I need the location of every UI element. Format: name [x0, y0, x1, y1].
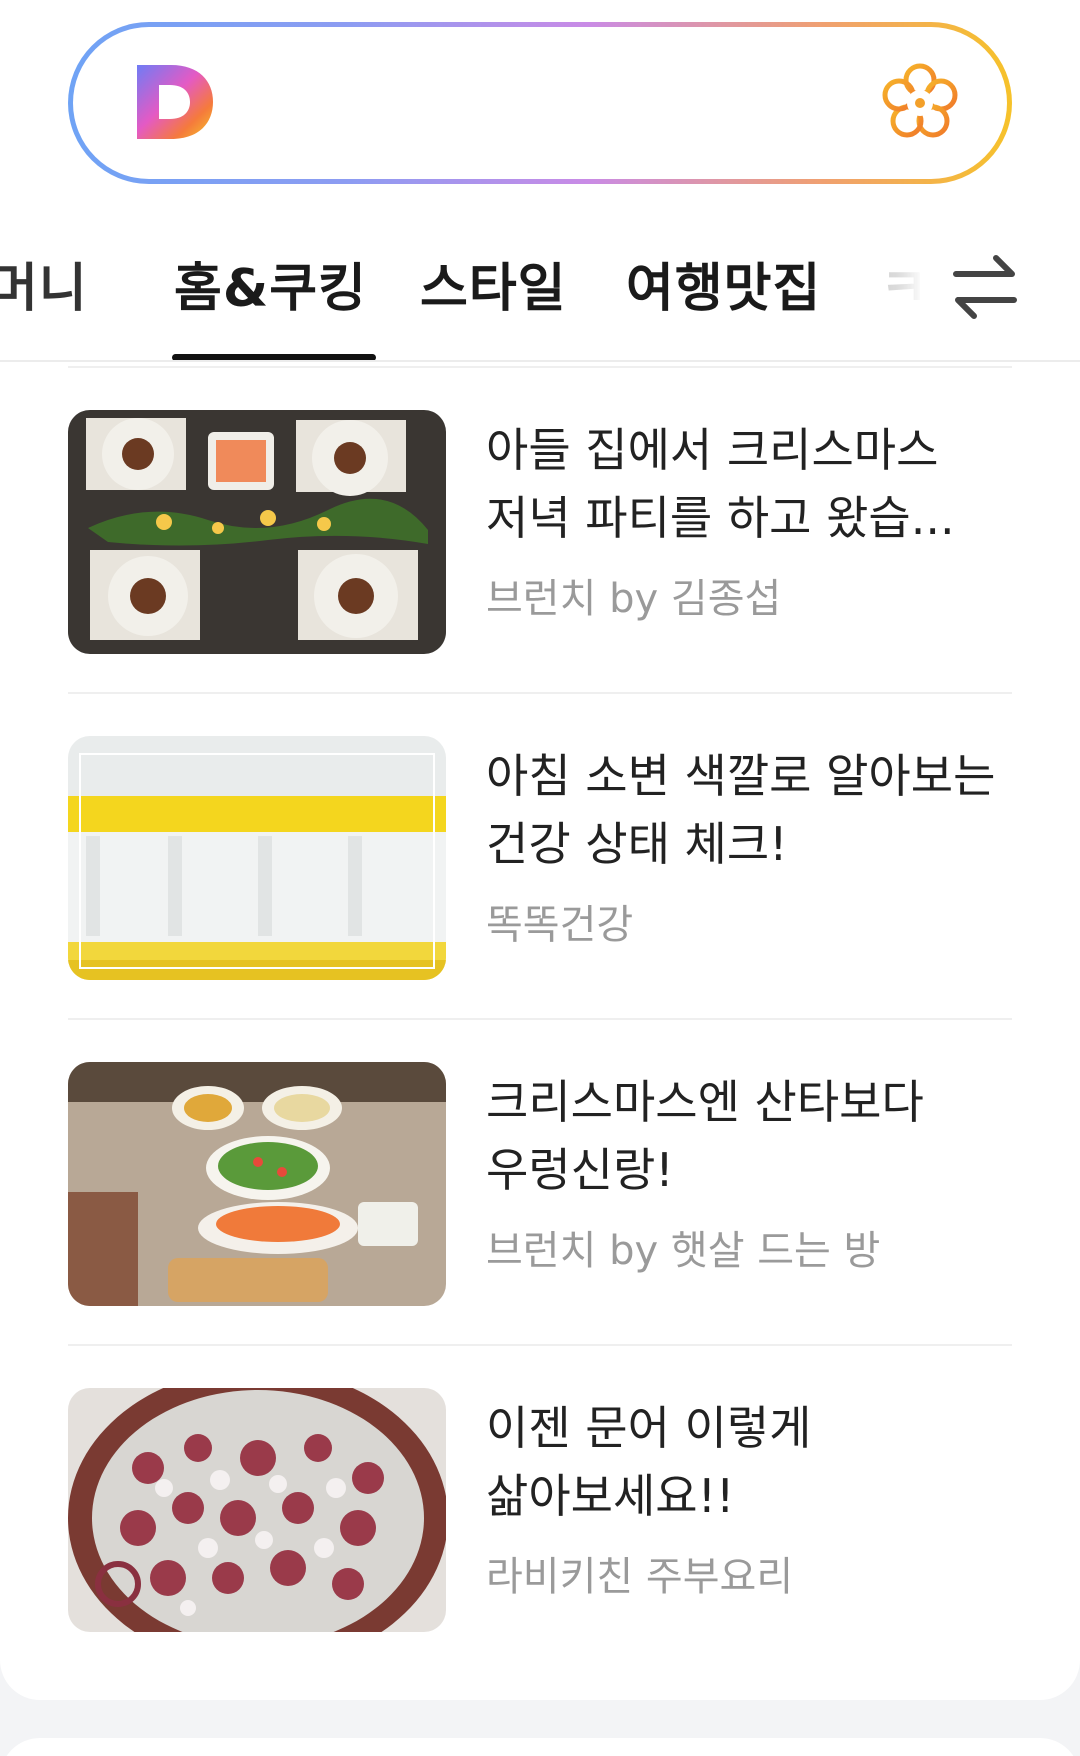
- article-source: 라비키친 주부요리: [486, 1554, 794, 1600]
- boiled-octopus-plate-image: [68, 1388, 446, 1632]
- article-thumbnail[interactable]: [68, 1388, 446, 1632]
- list-item[interactable]: 이젠 문어 이렇게 삶아보세요!! 라비키친 주부요리: [68, 1344, 1012, 1670]
- active-tab-indicator: [172, 354, 376, 360]
- flower-icon[interactable]: [881, 63, 959, 141]
- swap-arrows-icon: [953, 255, 1017, 319]
- page: 머니 홈&쿠킹 스타일 여행맛집 ㅋ: [0, 0, 1080, 1756]
- d-logo-icon[interactable]: [135, 61, 215, 143]
- urine-sample-cups-image: [68, 736, 446, 980]
- party-food-spread-image: [68, 1062, 446, 1306]
- swap-button[interactable]: [950, 248, 1020, 328]
- tab-money[interactable]: 머니: [0, 246, 88, 321]
- next-card: [0, 1738, 1080, 1756]
- article-source: 브런치 by 김종섭: [486, 576, 782, 622]
- article-source: 똑똑건강: [486, 902, 634, 948]
- article-title[interactable]: 아들 집에서 크리스마스 저녁 파티를 하고 왔습...: [486, 416, 1026, 552]
- list-item[interactable]: 아들 집에서 크리스마스 저녁 파티를 하고 왔습... 브런치 by 김종섭: [68, 366, 1012, 692]
- article-source: 브런치 by 햇살 드는 방: [486, 1228, 881, 1274]
- article-text: 크리스마스엔 산타보다 우렁신랑! 브런치 by 햇살 드는 방: [486, 1068, 1026, 1276]
- article-text: 이젠 문어 이렇게 삶아보세요!! 라비키친 주부요리: [486, 1394, 1026, 1602]
- article-thumbnail[interactable]: [68, 1062, 446, 1306]
- christmas-dinner-table-image: [68, 410, 446, 654]
- article-text: 아들 집에서 크리스마스 저녁 파티를 하고 왔습... 브런치 by 김종섭: [486, 416, 1026, 624]
- list-item[interactable]: 아침 소변 색깔로 알아보는 건강 상태 체크! 똑똑건강: [68, 692, 1012, 1018]
- list-item[interactable]: 크리스마스엔 산타보다 우렁신랑! 브런치 by 햇살 드는 방: [68, 1018, 1012, 1344]
- article-title[interactable]: 아침 소변 색깔로 알아보는 건강 상태 체크!: [486, 742, 1026, 878]
- article-thumbnail[interactable]: [68, 410, 446, 654]
- tab-style[interactable]: 스타일: [420, 246, 567, 321]
- tab-next[interactable]: ㅋ: [880, 246, 929, 321]
- category-tabs: 머니 홈&쿠킹 스타일 여행맛집 ㅋ: [0, 230, 1080, 362]
- tab-travel-food[interactable]: 여행맛집: [626, 246, 821, 321]
- tab-home-cooking[interactable]: 홈&쿠킹: [174, 246, 367, 321]
- search-input[interactable]: [243, 67, 857, 139]
- content-card: 머니 홈&쿠킹 스타일 여행맛집 ㅋ: [0, 0, 1080, 1700]
- article-title[interactable]: 크리스마스엔 산타보다 우렁신랑!: [486, 1068, 1026, 1204]
- search-bar[interactable]: [68, 22, 1012, 184]
- search-bar-inner: [73, 27, 1007, 179]
- article-thumbnail[interactable]: [68, 736, 446, 980]
- article-text: 아침 소변 색깔로 알아보는 건강 상태 체크! 똑똑건강: [486, 742, 1026, 950]
- article-list: 아들 집에서 크리스마스 저녁 파티를 하고 왔습... 브런치 by 김종섭: [68, 366, 1012, 1670]
- article-title[interactable]: 이젠 문어 이렇게 삶아보세요!!: [486, 1394, 1026, 1530]
